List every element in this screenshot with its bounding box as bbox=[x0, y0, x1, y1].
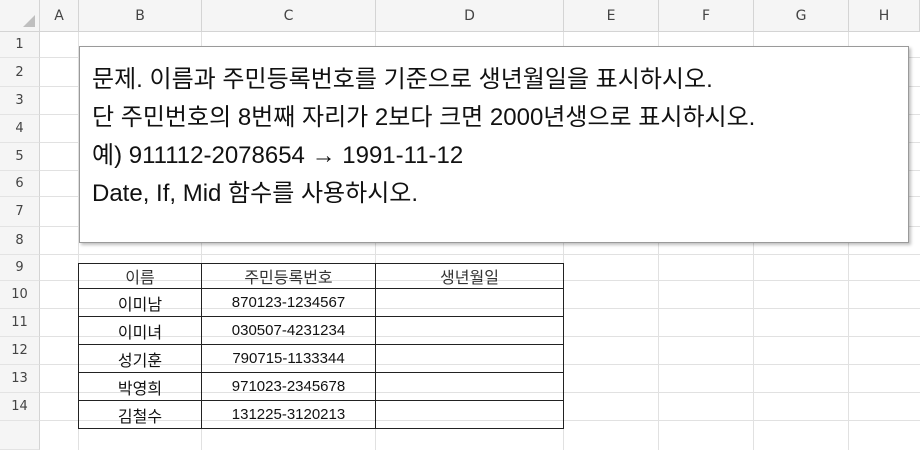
table-row: 김철수 131225-3120213 bbox=[78, 400, 564, 429]
table-row: 성기훈 790715-1133344 bbox=[78, 344, 564, 373]
row-header-6[interactable]: 6 bbox=[0, 171, 40, 197]
id-cell[interactable]: 870123-1234567 bbox=[201, 288, 376, 317]
column-header-c[interactable]: C bbox=[202, 0, 376, 32]
column-header-g[interactable]: G bbox=[754, 0, 849, 32]
id-cell[interactable]: 131225-3120213 bbox=[201, 400, 376, 429]
header-name-cell[interactable]: 이름 bbox=[78, 263, 202, 289]
table-row: 이미남 870123-1234567 bbox=[78, 288, 564, 317]
name-cell[interactable]: 김철수 bbox=[78, 400, 202, 429]
id-cell[interactable]: 971023-2345678 bbox=[201, 372, 376, 401]
header-birth-cell[interactable]: 생년월일 bbox=[375, 263, 564, 289]
column-header-e[interactable]: E bbox=[564, 0, 659, 32]
name-cell[interactable]: 성기훈 bbox=[78, 344, 202, 373]
row-header-14[interactable]: 14 bbox=[0, 393, 40, 421]
table-row: 박영희 971023-2345678 bbox=[78, 372, 564, 401]
column-header-f[interactable]: F bbox=[659, 0, 754, 32]
row-header-4[interactable]: 4 bbox=[0, 115, 40, 143]
row-header-9[interactable]: 9 bbox=[0, 255, 40, 281]
id-cell[interactable]: 030507-4231234 bbox=[201, 316, 376, 345]
name-cell[interactable]: 이미녀 bbox=[78, 316, 202, 345]
select-all-triangle-icon bbox=[23, 15, 35, 27]
column-header-d[interactable]: D bbox=[376, 0, 564, 32]
birth-cell[interactable] bbox=[375, 316, 564, 345]
instruction-line-2: 단 주민번호의 8번째 자리가 2보다 크면 2000년생으로 표시하시오. bbox=[92, 104, 756, 131]
row-header-1[interactable]: 1 bbox=[0, 32, 40, 58]
column-header-b[interactable]: B bbox=[79, 0, 202, 32]
birth-cell[interactable] bbox=[375, 344, 564, 373]
gridline-horizontal bbox=[40, 254, 920, 255]
row-header-11[interactable]: 11 bbox=[0, 309, 40, 337]
birth-cell[interactable] bbox=[375, 288, 564, 317]
row-header-2[interactable]: 2 bbox=[0, 58, 40, 87]
id-cell[interactable]: 790715-1133344 bbox=[201, 344, 376, 373]
row-header-7[interactable]: 7 bbox=[0, 197, 40, 227]
select-all-corner[interactable] bbox=[0, 0, 40, 32]
name-cell[interactable]: 이미남 bbox=[78, 288, 202, 317]
name-cell[interactable]: 박영희 bbox=[78, 372, 202, 401]
instruction-line-1: 문제. 이름과 주민등록번호를 기준으로 생년월일을 표시하시오. bbox=[92, 66, 713, 93]
birth-cell[interactable] bbox=[375, 400, 564, 429]
column-header-h[interactable]: H bbox=[849, 0, 920, 32]
column-header-a[interactable]: A bbox=[40, 0, 79, 32]
row-header-15-partial[interactable] bbox=[0, 421, 40, 450]
row-header-10[interactable]: 10 bbox=[0, 281, 40, 309]
row-header-8[interactable]: 8 bbox=[0, 227, 40, 255]
birth-cell[interactable] bbox=[375, 372, 564, 401]
data-table: 이름 주민등록번호 생년월일 이미남 870123-1234567 이미녀 03… bbox=[78, 263, 564, 429]
row-header-3[interactable]: 3 bbox=[0, 87, 40, 115]
instruction-line-3: 예) 911112-2078654 → 1991-11-12 bbox=[92, 142, 464, 169]
row-header-12[interactable]: 12 bbox=[0, 337, 40, 365]
instruction-textbox[interactable]: 문제. 이름과 주민등록번호를 기준으로 생년월일을 표시하시오. 단 주민번호… bbox=[79, 46, 909, 243]
instruction-line-4: Date, If, Mid 함수를 사용하시오. bbox=[92, 180, 419, 207]
row-header-5[interactable]: 5 bbox=[0, 143, 40, 171]
table-header-row: 이름 주민등록번호 생년월일 bbox=[78, 263, 564, 289]
header-id-cell[interactable]: 주민등록번호 bbox=[201, 263, 376, 289]
table-row: 이미녀 030507-4231234 bbox=[78, 316, 564, 345]
row-header-13[interactable]: 13 bbox=[0, 365, 40, 393]
